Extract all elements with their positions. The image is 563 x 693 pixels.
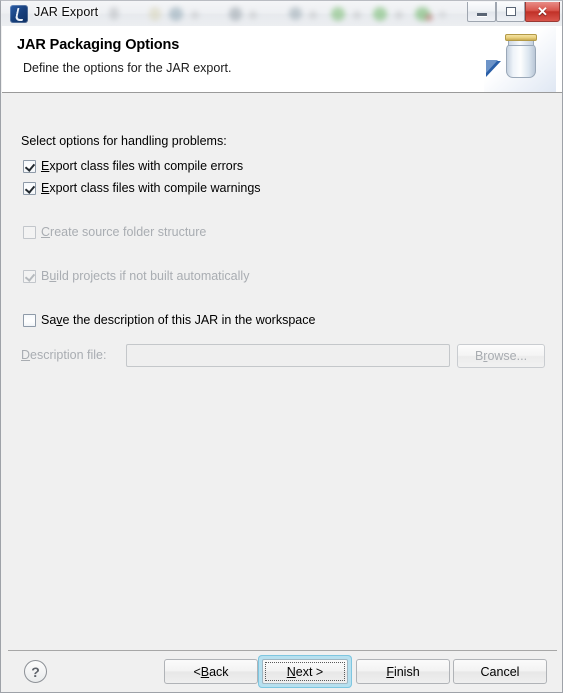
close-icon: ✕ xyxy=(537,4,548,19)
cancel-button[interactable]: Cancel xyxy=(453,659,547,684)
jar-lid xyxy=(505,34,537,41)
checkbox-export-class-files-with-compile-errors[interactable]: Export class files with compile errors xyxy=(23,159,243,173)
mnemonic-char: D xyxy=(21,348,31,362)
background-bleed-icon xyxy=(395,11,403,19)
background-bleed-icon xyxy=(109,7,119,20)
mnemonic-char: F xyxy=(386,664,394,679)
export-arrow-icon xyxy=(486,60,501,77)
description-file-input[interactable] xyxy=(126,344,450,367)
label-text: escription file: xyxy=(30,348,107,362)
options-pane: Select options for handling problems: Ex… xyxy=(7,99,557,618)
page-title: JAR Packaging Options xyxy=(17,37,180,53)
label-text: Cancel xyxy=(480,664,520,679)
background-bleed-icon xyxy=(331,7,345,21)
label-text: ild projects if not built automatically xyxy=(56,269,250,283)
label-text: reate source folder structure xyxy=(50,225,207,239)
checkbox-label: Save the description of this JAR in the … xyxy=(41,313,315,327)
mnemonic-char: C xyxy=(41,225,51,239)
back-button[interactable]: < Back xyxy=(164,659,258,684)
window-title: JAR Export xyxy=(34,5,99,19)
label-prefix: Sa xyxy=(41,313,57,327)
checkbox-label: Export class files with compile errors xyxy=(41,159,243,173)
background-bleed-icon xyxy=(289,7,302,20)
wizard-header: JAR Packaging Options Define the options… xyxy=(2,26,562,93)
jar-banner-icon xyxy=(484,27,556,92)
minimize-button[interactable] xyxy=(467,2,496,22)
close-button[interactable]: ✕ xyxy=(525,2,560,22)
maximize-button[interactable] xyxy=(496,2,525,22)
next-button[interactable]: Next > xyxy=(262,659,348,684)
mnemonic-char: N xyxy=(286,664,296,679)
background-bleed-icon xyxy=(229,7,242,21)
background-bleed-icon xyxy=(309,11,317,19)
jar-export-app-icon xyxy=(10,5,28,23)
label-text: owse... xyxy=(487,349,528,363)
next-button-label: Next > xyxy=(287,665,323,679)
checkbox-label: Export class files with compile warnings xyxy=(41,181,261,195)
label-text: xport class files with compile errors xyxy=(49,159,244,173)
checkbox-box[interactable] xyxy=(23,181,36,195)
background-bleed-icon xyxy=(425,14,433,21)
label-prefix: B xyxy=(474,349,484,363)
description-file-row: Description file: Br owse... xyxy=(21,344,551,368)
label-text: e the description of this JAR in the wor… xyxy=(62,313,316,327)
checkbox-box[interactable] xyxy=(23,313,36,327)
background-bleed-icon xyxy=(249,11,257,19)
checkbox-save-description-in-workspace[interactable]: Save the description of this JAR in the … xyxy=(23,313,315,327)
page-description: Define the options for the JAR export. xyxy=(23,61,232,75)
background-bleed-icon xyxy=(191,11,199,19)
finish-button[interactable]: Finish xyxy=(356,659,450,684)
checkbox-label: Create source folder structure xyxy=(41,225,206,239)
background-bleed-icon xyxy=(439,11,446,18)
label-prefix: < xyxy=(193,664,201,679)
question-mark-icon: ? xyxy=(31,663,40,680)
label-text: ack xyxy=(209,664,229,679)
help-button[interactable]: ? xyxy=(24,660,47,683)
mnemonic-char: B xyxy=(200,664,210,679)
checkbox-box xyxy=(23,225,36,239)
checkbox-build-projects-if-not-built-automatically: Build projects if not built automaticall… xyxy=(23,269,249,283)
checkbox-create-source-folder-structure: Create source folder structure xyxy=(23,225,206,239)
jar-glass-body xyxy=(506,44,536,78)
minimize-icon xyxy=(476,13,487,16)
background-bleed-icon xyxy=(149,7,161,21)
next-button-focus-ring: Next > xyxy=(258,655,352,688)
description-file-label: Description file: xyxy=(21,348,106,362)
background-bleed-icon xyxy=(373,7,387,21)
browse-button[interactable]: Br owse... xyxy=(457,344,545,368)
dialog-body: JAR Packaging Options Define the options… xyxy=(0,26,563,693)
dialog-button-bar: ? < Back Next > Finish Cancel xyxy=(2,651,562,692)
background-bleed-icon xyxy=(353,11,361,19)
maximize-icon xyxy=(505,7,516,16)
label-text: xport class files with compile warnings xyxy=(49,181,261,195)
background-bleed-icon xyxy=(169,7,183,21)
label-text: ext > xyxy=(295,664,324,679)
checkbox-box xyxy=(23,269,36,283)
checkbox-export-class-files-with-compile-warnings[interactable]: Export class files with compile warnings xyxy=(23,181,261,195)
checkbox-label: Build projects if not built automaticall… xyxy=(41,269,249,283)
checkbox-box[interactable] xyxy=(23,159,36,173)
title-bar[interactable]: JAR Export ✕ xyxy=(0,0,563,26)
section-label-handling-problems: Select options for handling problems: xyxy=(21,134,227,148)
jar-export-dialog: JAR Export ✕ JAR Packaging Options Defin… xyxy=(0,0,563,693)
label-text: inish xyxy=(393,664,420,679)
